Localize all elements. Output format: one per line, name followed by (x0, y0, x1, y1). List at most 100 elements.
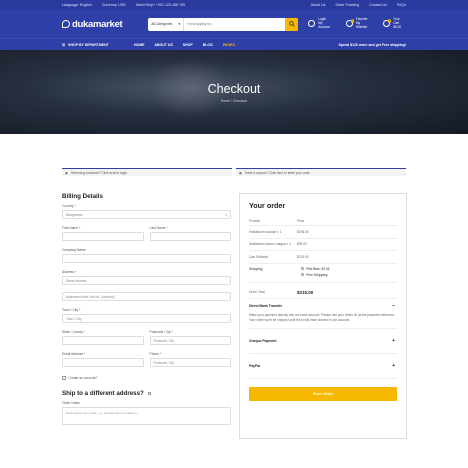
order-title: Your order (249, 201, 286, 210)
coupon-notice[interactable]: ▣ Have a coupon? Click here to enter your… (236, 168, 406, 176)
search-category-label: All Categories (151, 22, 173, 26)
country-select[interactable]: Bangladesh ▾ (62, 210, 231, 219)
col-price: Price (297, 218, 305, 223)
search-category-select[interactable]: All Categories ▾ (148, 17, 185, 31)
payment-bank-transfer[interactable]: Direct Bank Transfer − Make your payment d… (249, 299, 397, 329)
cart-link[interactable]: 0 Your Cart $0.00 (383, 17, 406, 29)
search-icon (289, 21, 295, 27)
link-contact-us[interactable]: Contact Us (369, 3, 387, 7)
logo-text: dukamarket (72, 18, 123, 30)
window-icon: ▣ (65, 170, 69, 175)
nav-shop[interactable]: SHOP (183, 43, 193, 47)
order-notes-textarea[interactable]: Notes about your order, e.g. special not… (62, 407, 231, 425)
town-placeholder: Town / City (66, 316, 82, 321)
zip-placeholder: Postcode / Zip (153, 338, 174, 343)
main-nav: ☰ SHOP BY DEPARTMENT HOME ABOUT US SHOP B… (0, 38, 468, 50)
table-row: Vestibulum dictum magna × 1 $95.00 (249, 239, 397, 251)
subtotal-label: Cart Subtotal (249, 254, 268, 259)
company-input[interactable] (62, 254, 231, 263)
nav-pages[interactable]: PAGES (223, 43, 235, 47)
radio-circle (301, 272, 305, 277)
cart-icon: 0 (383, 19, 392, 28)
subtotal-row: Cart Subtotal $215.00 (249, 251, 397, 264)
wishlist-label: My Wishlist (355, 21, 367, 29)
email-input[interactable] (62, 358, 144, 367)
payment-title: Direct Bank Transfer (249, 304, 283, 308)
breadcrumb-home[interactable]: Home (221, 99, 230, 103)
order-summary: Your order Product Price Vestibulum susci… (239, 193, 407, 439)
cart-count-badge: 0 (388, 19, 392, 23)
item-name: Vestibulum dictum magna × 1 (249, 242, 291, 247)
apartment-input[interactable]: Apartment suite unit etc. (optional) (62, 292, 231, 301)
place-order-button[interactable]: Place Order (249, 386, 397, 401)
zip-label: Postcode / Zip * (149, 330, 173, 334)
login-notice[interactable]: ▣ Returning customer? Click here to login (62, 168, 232, 176)
flat-rate-radio[interactable]: Flat Rate: $7.00 (301, 267, 330, 271)
department-label: SHOP BY DEPARTMENT (68, 42, 109, 47)
billing-form: Billing Details Country * Bangladesh ▾ Fi… (62, 193, 231, 425)
department-menu-button[interactable]: ☰ SHOP BY DEPARTMENT (62, 43, 134, 47)
login-notice-text: Returning customer? Click here to login (71, 170, 127, 175)
first-name-input[interactable] (62, 232, 144, 241)
item-price: $95.00 (297, 242, 307, 247)
nav-about[interactable]: ABOUT US (155, 43, 173, 47)
order-table: Product Price Vestibulum suscipit × 1 $198… (249, 216, 397, 299)
address-label: Address * (62, 270, 77, 274)
minus-icon: − (392, 303, 395, 309)
shipping-label: Shipping (249, 266, 263, 271)
last-name-input[interactable] (149, 232, 231, 241)
first-name-label: First Name * (62, 226, 81, 230)
user-icon (308, 20, 316, 28)
help-phone: Need Help? +001 123 456 789 (135, 3, 186, 7)
language-selector[interactable]: Language: English (62, 3, 92, 7)
table-row: Vestibulum suscipit × 1 $198.00 (249, 226, 397, 239)
email-label: Email Address * (62, 352, 86, 356)
search-input[interactable] (184, 17, 286, 31)
zip-input[interactable]: Postcode / Zip (149, 336, 231, 345)
site-logo[interactable]: dukamarket (62, 19, 134, 30)
street-address-input[interactable]: Street address (62, 276, 231, 285)
nav-home[interactable]: HOME (134, 43, 145, 47)
order-notes-label: Order Notes (62, 401, 80, 405)
top-bar: Language: English Currency: USD Need Hel… (0, 0, 468, 10)
login-link[interactable]: Login My Account (308, 17, 334, 29)
phone-placeholder: Postcode / Zip (153, 360, 174, 365)
chevron-down-icon: ▾ (178, 22, 181, 26)
logo-icon (62, 20, 70, 28)
company-label: Company Name (62, 248, 86, 252)
window-icon: ▣ (239, 170, 243, 175)
phone-label: Phone * (149, 352, 162, 356)
header: dukamarket All Categories ▾ LoginMy Accou… (0, 10, 468, 38)
payment-paypal[interactable]: PayPal + (249, 354, 397, 379)
billing-title: Billing Details (62, 193, 103, 200)
table-header: Product Price (249, 216, 397, 226)
state-input[interactable] (62, 336, 144, 345)
create-account-label: Create an account? (68, 376, 98, 380)
item-price: $198.00 (297, 229, 309, 234)
payment-cheque[interactable]: Cheque Payment + (249, 329, 397, 354)
ship-different-toggle[interactable]: Ship to a different address? (62, 390, 231, 397)
page-hero: Checkout Home / Checkout (0, 50, 468, 134)
link-order-tracking[interactable]: Order Tracking (335, 3, 359, 7)
last-name-label: Last Name * (149, 226, 168, 230)
wishlist-count-badge: 0 (350, 19, 354, 23)
town-input[interactable]: Town / City (62, 314, 231, 323)
ship-different-checkbox[interactable] (147, 391, 152, 396)
nav-blog[interactable]: BLOG (203, 43, 213, 47)
link-faqs[interactable]: FAQs (397, 3, 406, 7)
wishlist-link[interactable]: 0 Favorite My Wishlist (346, 17, 371, 29)
payment-title: PayPal (249, 363, 261, 368)
item-name: Vestibulum suscipit × 1 (249, 229, 282, 234)
total-value: $215.00 (297, 289, 314, 295)
currency-selector[interactable]: Currency: USD (102, 3, 126, 7)
payment-title: Cheque Payment (249, 338, 277, 343)
street-address-placeholder: Street address (66, 278, 87, 283)
create-account-checkbox[interactable]: Create an account? (62, 376, 231, 380)
search-button[interactable] (285, 17, 299, 31)
phone-input[interactable]: Postcode / Zip (149, 358, 231, 367)
breadcrumb: Home / Checkout (221, 99, 247, 103)
payment-description: Make your payment directly into our bank… (249, 313, 395, 322)
free-shipping-radio[interactable]: Free Shipping (301, 273, 330, 277)
plus-icon: + (392, 337, 395, 344)
link-about-us[interactable]: About Us (311, 3, 326, 7)
